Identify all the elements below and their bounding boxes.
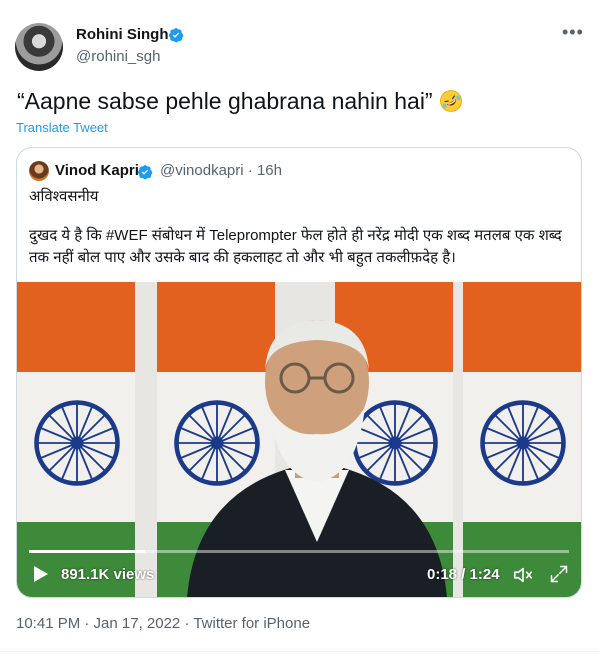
- quoted-author-name[interactable]: Vinod Kapri: [55, 162, 139, 179]
- fullscreen-icon[interactable]: [549, 564, 569, 584]
- video-progress-bar[interactable]: [29, 550, 569, 553]
- speaker-figure: [187, 320, 447, 597]
- tweet-text-content: “Aapne sabse pehle ghabrana nahin hai”: [17, 88, 433, 114]
- quoted-age: 16h: [256, 162, 282, 179]
- quoted-avatar[interactable]: [29, 161, 49, 181]
- video-time: 0:18 / 1:24: [427, 566, 500, 583]
- author-handle[interactable]: @rohini_sgh: [76, 48, 160, 65]
- quoted-separator: ·: [247, 162, 253, 179]
- tweet: Rohini Singh @rohini_sgh ••• “Aapne sabs…: [0, 0, 599, 654]
- more-horizontal-icon[interactable]: •••: [562, 22, 584, 43]
- quoted-handle: @vinodkapri: [160, 162, 244, 179]
- video-view-count: 891.1K views: [61, 566, 155, 583]
- video-player[interactable]: 891.1K views 0:18 / 1:24: [17, 282, 581, 597]
- quoted-text-body: दुखद ये है कि #WEF संबोधन में Teleprompt…: [29, 227, 562, 266]
- tweet-text: “Aapne sabse pehle ghabrana nahin hai”: [17, 86, 463, 116]
- tweet-meta[interactable]: 10:41 PM · Jan 17, 2022 · Twitter for iP…: [16, 615, 310, 632]
- quoted-tweet[interactable]: Vinod Kapri @vinodkapri · 16h अविश्वसनीय…: [16, 147, 582, 598]
- translate-tweet-link[interactable]: Translate Tweet: [16, 120, 108, 135]
- quoted-handle-line: @vinodkapri · 16h: [160, 162, 282, 179]
- author-name[interactable]: Rohini Singh: [76, 26, 168, 43]
- divider: [0, 651, 599, 652]
- quoted-text-line1: अविश्वसनीय: [29, 188, 99, 205]
- play-icon[interactable]: [33, 565, 49, 583]
- verified-badge-icon: [169, 28, 184, 43]
- rolling-laughing-emoji-icon: [440, 90, 462, 112]
- quoted-verified-badge-icon: [138, 165, 153, 180]
- chakra-right-icon: [480, 400, 566, 486]
- avatar[interactable]: [15, 23, 63, 71]
- volume-muted-icon[interactable]: [512, 564, 534, 586]
- video-progress-fill: [29, 550, 145, 553]
- chakra-left-icon: [34, 400, 120, 486]
